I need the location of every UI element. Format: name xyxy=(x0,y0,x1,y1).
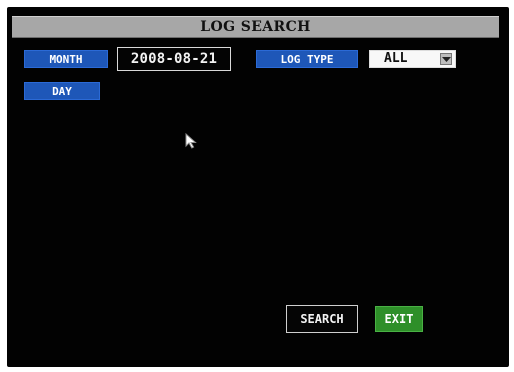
mouse-pointer-icon xyxy=(185,133,197,149)
log-type-select[interactable]: ALL xyxy=(369,50,456,68)
search-button[interactable]: SEARCH xyxy=(286,305,358,333)
log-type-value: ALL xyxy=(384,51,408,66)
chevron-down-icon xyxy=(442,57,451,62)
month-label: MONTH xyxy=(24,50,108,68)
day-label: DAY xyxy=(24,82,100,100)
log-type-label: LOG TYPE xyxy=(256,50,358,68)
page-title: LOG SEARCH xyxy=(12,16,499,38)
dropdown-button[interactable] xyxy=(440,53,452,65)
exit-button[interactable]: EXIT xyxy=(375,306,423,332)
date-field[interactable]: 2008-08-21 xyxy=(117,47,231,71)
